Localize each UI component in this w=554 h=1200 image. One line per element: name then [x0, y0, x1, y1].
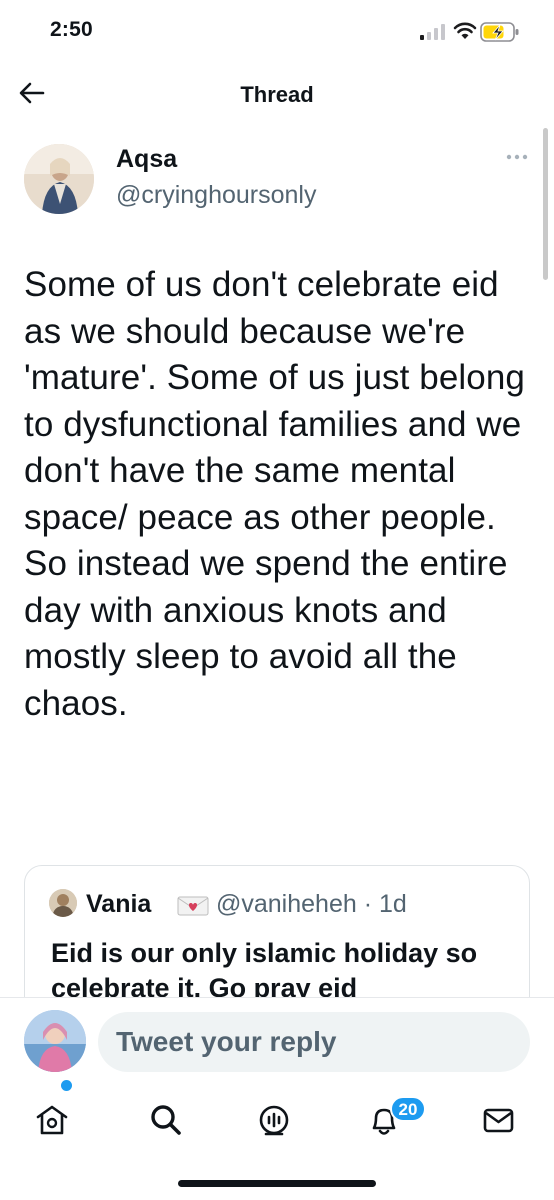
- tweet-text: Some of us don't celebrate eid as we sho…: [24, 265, 525, 723]
- user-avatar-image: [24, 1010, 86, 1072]
- wifi-icon: [453, 22, 477, 39]
- author-avatar[interactable]: [24, 144, 94, 214]
- scrollbar[interactable]: [543, 128, 548, 280]
- signal-icon: [420, 24, 445, 40]
- reply-input[interactable]: Tweet your reply: [98, 1012, 530, 1072]
- love-letter-emoji-icon: [177, 896, 209, 916]
- page-title: Thread: [240, 82, 314, 107]
- quoted-author-avatar: [49, 889, 77, 917]
- search-icon[interactable]: [146, 1100, 186, 1140]
- quoted-author-handle: @vaniheheh · 1d: [216, 890, 407, 918]
- reply-bar: Tweet your reply: [0, 997, 554, 1086]
- home-indicator: [178, 1180, 376, 1187]
- spaces-icon[interactable]: [254, 1100, 294, 1140]
- author-handle[interactable]: @cryinghoursonly: [116, 181, 316, 210]
- quoted-author-name: Vania: [86, 890, 152, 918]
- status-time: 2:50: [50, 18, 93, 41]
- quoted-author-avatar-image: [49, 889, 77, 917]
- more-options-icon[interactable]: [505, 152, 529, 162]
- author-avatar-image: [24, 144, 94, 214]
- messages-envelope-icon[interactable]: [478, 1100, 518, 1140]
- notifications-badge: 20: [390, 1096, 426, 1122]
- author-name[interactable]: Aqsa: [116, 145, 177, 174]
- user-avatar[interactable]: [24, 1010, 86, 1072]
- home-icon[interactable]: [32, 1100, 72, 1140]
- quoted-tweet-text: Eid is our only islamic holiday so celeb…: [51, 938, 478, 1003]
- battery-icon: [480, 22, 519, 42]
- home-unread-dot: [61, 1080, 72, 1091]
